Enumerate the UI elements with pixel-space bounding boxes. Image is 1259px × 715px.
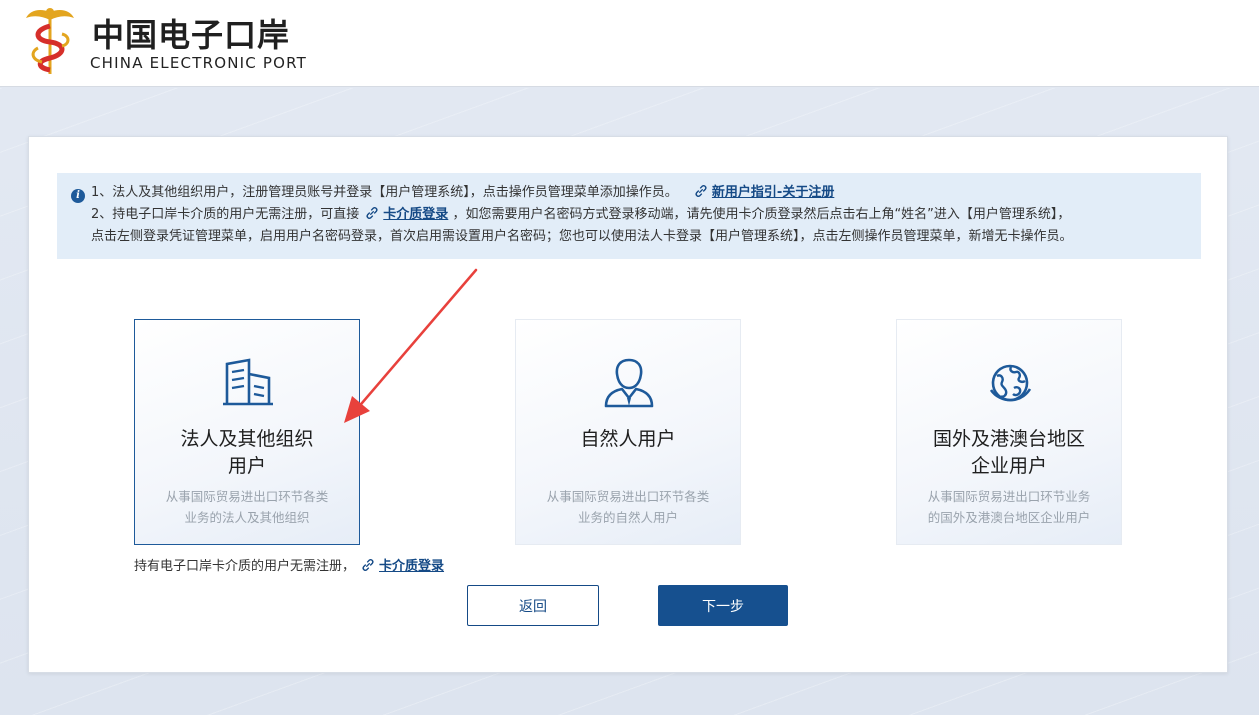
card-desc-line: 从事国际贸易进出口环节各类 [165, 489, 329, 504]
next-button[interactable]: 下一步 [658, 585, 788, 626]
card-desc-line: 的国外及港澳台地区企业用户 [927, 510, 1091, 525]
notice-line-3-text: 点击左侧登录凭证管理菜单，启用用户名密码登录，首次启用需设置用户名密码；您也可以… [91, 229, 1073, 244]
notice-box: i 1、法人及其他组织用户，注册管理员账号并登录【用户管理系统】，点击操作员管理菜… [57, 173, 1201, 259]
person-icon [604, 358, 654, 408]
card-title-line: 法人及其他组织 [180, 428, 314, 450]
card-desc-line: 从事国际贸易进出口环节各类 [546, 489, 710, 504]
new-user-guide-link[interactable]: 新用户指引-关于注册 [712, 185, 834, 200]
building-icon [223, 358, 273, 406]
card-legal-entity-user[interactable]: 法人及其他组织 用户 从事国际贸易进出口环节各类 业务的法人及其他组织 [134, 319, 360, 545]
card-natural-person-user[interactable]: 自然人用户 从事国际贸易进出口环节各类 业务的自然人用户 [515, 319, 741, 545]
notice-line-2-prefix: 2、持电子口岸卡介质的用户无需注册，可直接 [91, 207, 360, 222]
logo-title: 中国电子口岸 [92, 16, 291, 54]
globe-icon [989, 364, 1032, 402]
card-holder-note: 持有电子口岸卡介质的用户无需注册， 卡介质登录 [134, 555, 444, 574]
logo-subtitle: CHINA ELECTRONIC PORT [90, 54, 308, 72]
link-icon [366, 207, 378, 219]
card-login-link-bottom[interactable]: 卡介质登录 [379, 559, 444, 574]
card-login-link[interactable]: 卡介质登录 [383, 207, 448, 222]
link-icon [362, 559, 374, 571]
back-button[interactable]: 返回 [467, 585, 599, 626]
card-title: 国外及港澳台地区 企业用户 [897, 426, 1121, 480]
card-desc-line: 业务的自然人用户 [577, 510, 678, 525]
notice-line-3: 点击左侧登录凭证管理菜单，启用用户名密码登录，首次启用需设置用户名密码；您也可以… [71, 226, 1201, 248]
notice-line-1-text: 1、法人及其他组织用户，注册管理员账号并登录【用户管理系统】，点击操作员管理菜单… [91, 185, 678, 200]
card-description: 从事国际贸易进出口环节业务 的国外及港澳台地区企业用户 [897, 486, 1121, 528]
card-description: 从事国际贸易进出口环节各类 业务的自然人用户 [516, 486, 740, 528]
card-overseas-enterprise-user[interactable]: 国外及港澳台地区 企业用户 从事国际贸易进出口环节业务 的国外及港澳台地区企业用… [896, 319, 1122, 545]
card-title: 法人及其他组织 用户 [135, 426, 359, 480]
info-icon: i [71, 189, 85, 203]
notice-line-1: i 1、法人及其他组织用户，注册管理员账号并登录【用户管理系统】，点击操作员管理菜… [71, 182, 1201, 204]
card-description: 从事国际贸易进出口环节各类 业务的法人及其他组织 [135, 486, 359, 528]
registration-panel: i 1、法人及其他组织用户，注册管理员账号并登录【用户管理系统】，点击操作员管理菜… [28, 136, 1228, 673]
card-title-line: 企业用户 [970, 455, 1047, 477]
card-desc-line: 业务的法人及其他组织 [184, 510, 310, 525]
notice-line-2: 2、持电子口岸卡介质的用户无需注册，可直接 卡介质登录 ，如您需要用户名密码方式登… [71, 204, 1201, 226]
card-title-line: 国外及港澳台地区 [932, 428, 1085, 450]
card-title-line: 自然人用户 [580, 428, 676, 450]
card-desc-line: 从事国际贸易进出口环节业务 [927, 489, 1091, 504]
link-icon [695, 185, 707, 197]
card-title-line: 用户 [227, 455, 266, 477]
card-title: 自然人用户 [516, 426, 740, 453]
header: 中国电子口岸 CHINA ELECTRONIC PORT [0, 0, 1259, 87]
caduceus-logo-icon [26, 8, 74, 74]
notice-line-2-suffix: ，如您需要用户名密码方式登录移动端，请先使用卡介质登录然后点击右上角“姓名”进入… [452, 207, 1071, 222]
card-holder-note-text: 持有电子口岸卡介质的用户无需注册， [134, 559, 356, 574]
